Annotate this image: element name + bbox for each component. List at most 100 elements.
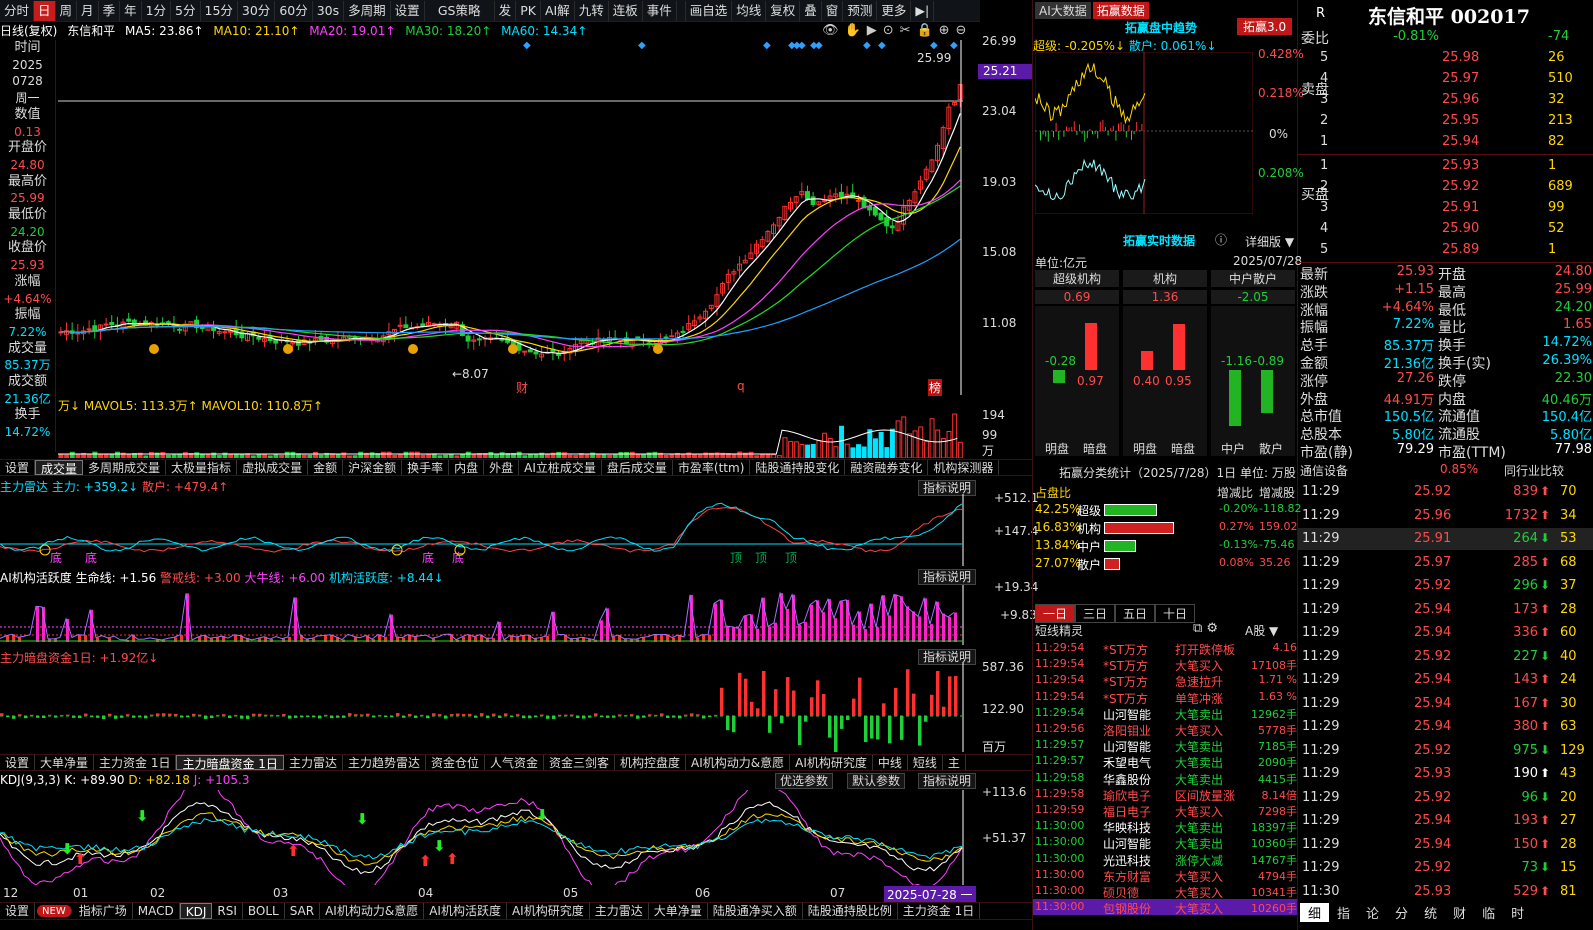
quote-foot-tab-3[interactable]: 分 xyxy=(1387,903,1416,922)
ai-explain-button[interactable]: 指标说明 xyxy=(918,569,977,585)
toolbar-item-5[interactable]: 年 xyxy=(120,0,142,21)
kdj-default-button[interactable]: 默认参数 xyxy=(847,773,906,789)
sprite-stock-11[interactable]: 华映科技 xyxy=(1103,819,1151,836)
cap-tab-7[interactable]: 人气资金 xyxy=(485,755,544,770)
toolbar-item-13[interactable]: 设置 xyxy=(391,0,425,21)
sprite-stock-7[interactable]: 禾望电气 xyxy=(1103,754,1151,771)
quote-foot-tab-0[interactable]: 细 xyxy=(1300,903,1330,922)
sell-price-4[interactable]: 25.94 xyxy=(1442,134,1479,149)
sprite-stock-8[interactable]: 华鑫股份 xyxy=(1103,771,1151,788)
market-dropdown[interactable]: A股 ▼ xyxy=(1245,622,1278,639)
sprite-stock-13[interactable]: 光迅科技 xyxy=(1103,852,1151,869)
period-tab-1[interactable]: 三日 xyxy=(1075,604,1116,623)
toolbar-item-20[interactable]: 事件 xyxy=(643,0,677,21)
cap-tab-12[interactable]: 中线 xyxy=(873,755,908,770)
event-mark-q[interactable]: q xyxy=(737,379,745,393)
period-tab-2[interactable]: 五日 xyxy=(1115,604,1156,623)
info-icon[interactable]: ⓘ xyxy=(1215,231,1227,248)
cap-tab-5[interactable]: 主力趋势雷达 xyxy=(343,755,426,770)
vol-tab-10[interactable]: AI立桩成交量 xyxy=(519,460,602,475)
vol-tab-2[interactable]: 多周期成交量 xyxy=(83,460,167,475)
bottom-tab-1[interactable]: NEW xyxy=(37,905,72,917)
sprite-stock-6[interactable]: 山河智能 xyxy=(1103,738,1151,755)
toolbar-item-3[interactable]: 月 xyxy=(77,0,99,21)
cap-tab-9[interactable]: 机构控盘度 xyxy=(615,755,687,770)
toolbar-item-29[interactable]: ▶| xyxy=(911,0,935,21)
industry-compare[interactable]: 同行业比较 xyxy=(1504,462,1564,479)
sprite-stock-16[interactable]: 包钢股份 xyxy=(1103,900,1151,917)
vol-tab-3[interactable]: 太极量指标 xyxy=(166,460,238,475)
cap-tab-13[interactable]: 短线 xyxy=(908,755,943,770)
event-mark-list[interactable]: 榜 xyxy=(928,379,943,396)
sprite-stock-4[interactable]: 山河智能 xyxy=(1103,706,1151,723)
buy-price-1[interactable]: 25.92 xyxy=(1442,179,1479,194)
toolbar-item-19[interactable]: 连板 xyxy=(609,0,643,21)
sprite-stock-10[interactable]: 福日电子 xyxy=(1103,803,1151,820)
toolbar-item-2[interactable]: 周 xyxy=(56,0,78,21)
settings-icon[interactable]: ⧉ ⚙ xyxy=(1193,621,1218,636)
toolbar-item-6[interactable]: 1分 xyxy=(142,0,172,21)
kdj-chart[interactable]: ⬇⬆⬇⬆⬇⬆⬇⬆⬇ xyxy=(0,790,965,885)
bottom-tab-7[interactable]: SAR xyxy=(285,903,321,919)
industry-name[interactable]: 通信设备 xyxy=(1300,462,1348,479)
volume-chart[interactable] xyxy=(58,410,968,458)
toolbar-item-23[interactable]: 均线 xyxy=(732,0,767,21)
toolbar-item-1[interactable]: 日 xyxy=(34,0,56,21)
event-mark-finance[interactable]: 财 xyxy=(516,379,528,396)
quote-foot-tab-2[interactable]: 论 xyxy=(1358,903,1387,922)
quote-foot-tab-7[interactable]: 时 xyxy=(1503,903,1532,922)
chart-mode[interactable]: 日线(复权) xyxy=(0,24,57,38)
toolbar-item-25[interactable]: 叠 xyxy=(800,0,822,21)
sprite-stock-0[interactable]: *ST万方 xyxy=(1103,641,1148,658)
toolbar-item-24[interactable]: 复权 xyxy=(766,0,801,21)
sprite-stock-1[interactable]: *ST万方 xyxy=(1103,657,1148,674)
cap-tab-6[interactable]: 资金仓位 xyxy=(426,755,485,770)
toolbar-item-11[interactable]: 30s xyxy=(313,0,345,21)
period-tab-0[interactable]: 一日 xyxy=(1035,604,1076,623)
chart-tool-icons[interactable]: 👁✋▶⊙✂🔒⊕⊖ xyxy=(822,23,972,38)
sprite-stock-9[interactable]: 瑜欣电子 xyxy=(1103,787,1151,804)
quote-foot-tab-1[interactable]: 指 xyxy=(1329,903,1358,922)
toolbar-item-22[interactable]: 画自选 xyxy=(686,0,733,21)
kdj-explain-button[interactable]: 指标说明 xyxy=(918,773,977,789)
trend-chart[interactable] xyxy=(1035,52,1253,214)
vol-tab-7[interactable]: 换手率 xyxy=(402,460,450,475)
sell-price-2[interactable]: 25.96 xyxy=(1442,92,1479,107)
ai-activity-chart[interactable] xyxy=(0,585,965,645)
radar-chart[interactable]: 底底顶顶顶底底 xyxy=(0,494,965,566)
toolbar-item-16[interactable]: PK xyxy=(516,0,541,21)
toolbar-item-27[interactable]: 预测 xyxy=(843,0,878,21)
toolbar-item-7[interactable]: 5分 xyxy=(171,0,201,21)
quote-foot-tab-6[interactable]: 临 xyxy=(1474,903,1503,922)
sprite-stock-12[interactable]: 山河智能 xyxy=(1103,835,1151,852)
price-kline-chart[interactable]: ◆ ◆ ◆ ◆◆◆ ◆◆ ◆ ◆ ◆ ◆ xyxy=(58,40,978,395)
toolbar-item-21[interactable] xyxy=(677,0,686,21)
toolbar-item-15[interactable]: 发 xyxy=(495,0,517,21)
bottom-tab-4[interactable]: KDJ xyxy=(179,903,213,919)
toolbar-item-10[interactable]: 60分 xyxy=(275,0,313,21)
bottom-tab-15[interactable]: 主力资金 1日 xyxy=(898,903,981,919)
sprite-stock-3[interactable]: *ST万方 xyxy=(1103,690,1148,707)
brand-badge[interactable]: 拓赢3.0 xyxy=(1237,18,1293,35)
cap-tab-10[interactable]: AI机构动力&意愿 xyxy=(686,755,791,770)
cap-tab-14[interactable]: 主 xyxy=(943,755,966,770)
toolbar-item-12[interactable]: 多周期 xyxy=(344,0,391,21)
buy-price-4[interactable]: 25.89 xyxy=(1442,242,1479,257)
bottom-tab-11[interactable]: 主力雷达 xyxy=(590,903,649,919)
cap-tab-0[interactable]: 设置 xyxy=(0,755,36,770)
vol-tab-6[interactable]: 沪深金额 xyxy=(343,460,403,475)
vol-tab-8[interactable]: 内盘 xyxy=(449,460,485,475)
cap-tab-3[interactable]: 主力暗盘资金 1日 xyxy=(176,755,284,770)
toolbar-item-8[interactable]: 15分 xyxy=(201,0,238,21)
toolbar-item-28[interactable]: 更多 xyxy=(877,0,912,21)
sprite-stock-5[interactable]: 洛阳钼业 xyxy=(1103,722,1151,739)
vol-tab-9[interactable]: 外盘 xyxy=(484,460,520,475)
bottom-tab-12[interactable]: 大单净量 xyxy=(649,903,708,919)
vol-tab-0[interactable]: 设置 xyxy=(0,460,36,475)
bottom-tab-14[interactable]: 陆股通持股比例 xyxy=(803,903,898,919)
toolbar-item-18[interactable]: 九转 xyxy=(575,0,609,21)
vol-tab-12[interactable]: 市盈率(ttm) xyxy=(673,460,751,475)
dark-pool-chart[interactable] xyxy=(0,662,965,752)
bottom-tab-13[interactable]: 陆股通净买入额 xyxy=(708,903,803,919)
cap-tab-8[interactable]: 资金三剑客 xyxy=(544,755,616,770)
